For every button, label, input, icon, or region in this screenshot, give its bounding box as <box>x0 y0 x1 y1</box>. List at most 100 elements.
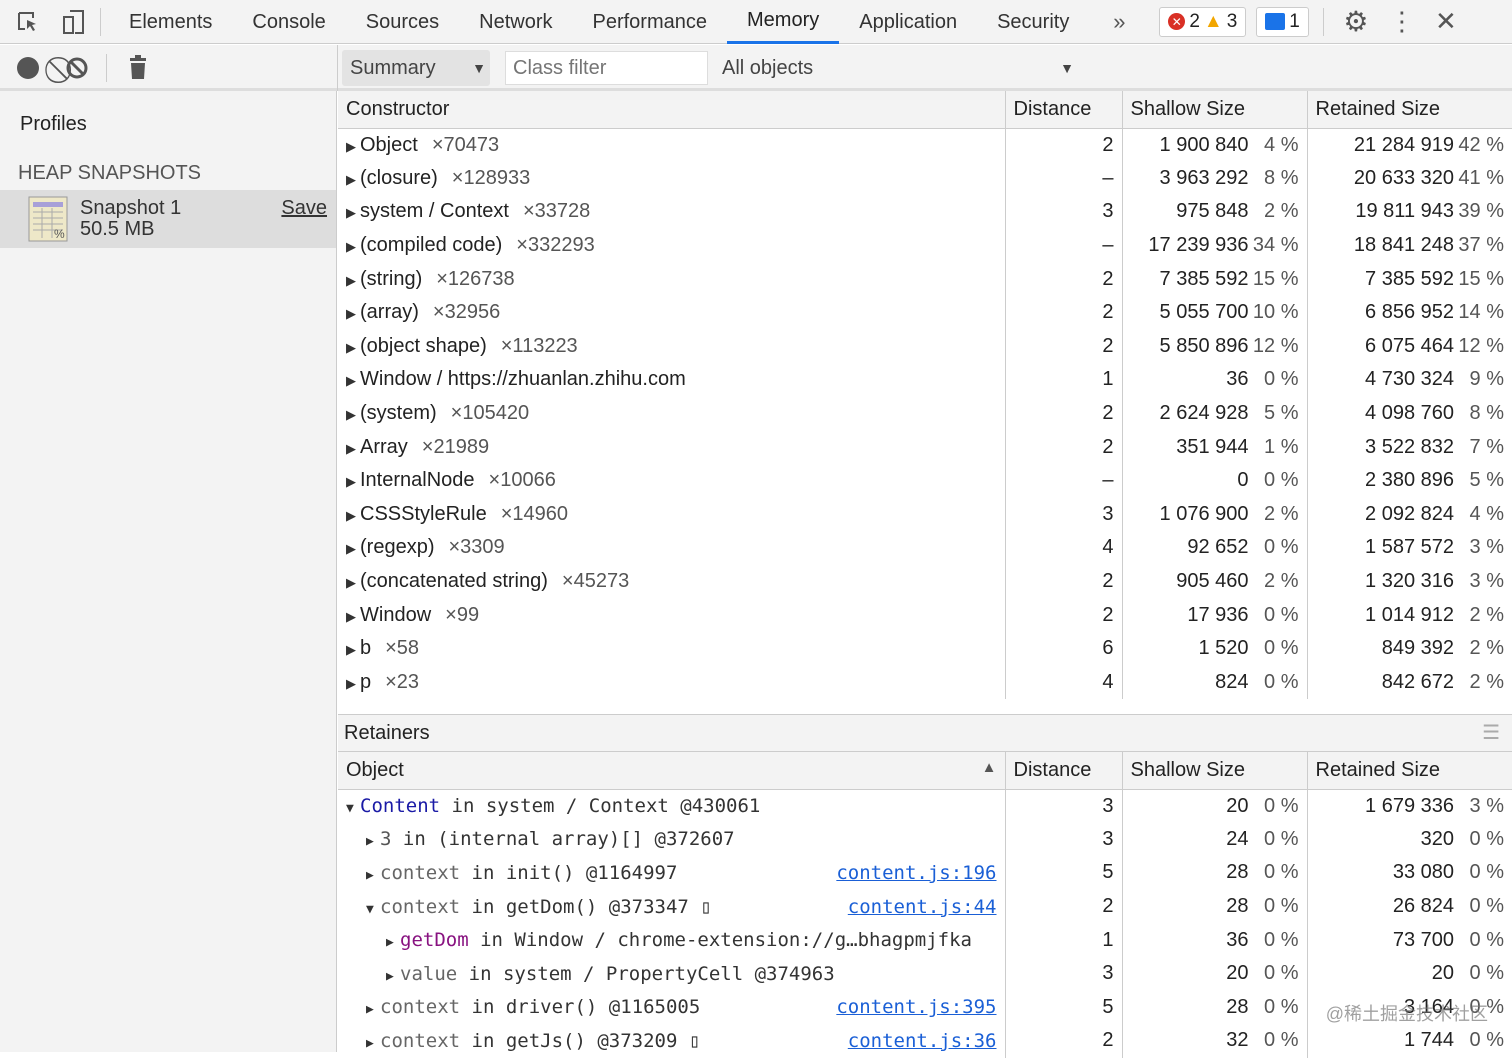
clear-icon[interactable] <box>65 56 89 80</box>
table-row[interactable]: ▶ Window / https://zhuanlan.zhihu.com 1 36 0… <box>338 363 1512 397</box>
constructor-cell: ▶ (compiled code) ×332293 <box>338 229 1005 263</box>
table-row[interactable]: ▶ Object ×70473 2 1 900 840 4 % 21 284 919 42 % <box>338 128 1512 162</box>
table-row[interactable]: ▶ Array ×21989 2 351 944 1 % 3 522 832 7 % <box>338 430 1512 464</box>
messages-badge[interactable]: 1 <box>1256 6 1309 37</box>
expand-triangle-icon[interactable]: ▶ <box>366 1002 380 1017</box>
expand-triangle-icon[interactable]: ▶ <box>346 239 360 255</box>
column-distance[interactable]: Distance <box>1004 752 1122 790</box>
table-row[interactable]: ▶ (compiled code) ×332293–17 239 936 34 % 18… <box>338 228 1512 263</box>
column-retained-size[interactable]: Retained Size <box>1306 752 1512 790</box>
column-object[interactable]: Object ▲ <box>338 752 1005 790</box>
collapse-triangle-icon[interactable]: ▼ <box>366 902 380 917</box>
tab-sources[interactable]: Sources <box>346 0 459 44</box>
retainer-description: in (internal array)[] @372607 <box>391 828 735 851</box>
view-select[interactable]: Summary ▼ <box>342 50 490 86</box>
expand-triangle-icon[interactable]: ▶ <box>346 172 360 188</box>
trash-icon[interactable] <box>128 55 148 81</box>
table-row[interactable]: ▶ (closure) ×128933 – 3 963 292 8 % 20 633 320… <box>338 161 1512 196</box>
expand-triangle-icon[interactable]: ▶ <box>346 541 360 557</box>
expand-triangle-icon[interactable]: ▶ <box>346 340 360 356</box>
expand-triangle-icon[interactable]: ▶ <box>346 273 360 289</box>
shallow-size: 5 055 700 <box>1159 301 1249 324</box>
source-link[interactable]: content.js:395 <box>836 996 996 1018</box>
expand-triangle-icon[interactable]: ▶ <box>366 834 380 849</box>
class-filter-input[interactable] <box>505 51 708 85</box>
expand-triangle-icon[interactable]: ▶ <box>346 205 360 221</box>
source-link[interactable]: content.js:196 <box>836 862 996 884</box>
expand-triangle-icon[interactable]: ▶ <box>346 609 360 625</box>
retainer-row[interactable]: ▶ value in system / PropertyCell @374963 3… <box>338 956 1512 991</box>
retained-size-cell: 842 672 2 % <box>1306 665 1512 700</box>
distance-cell: 3 <box>1004 195 1122 229</box>
expand-triangle-icon[interactable]: ▶ <box>386 935 400 950</box>
drag-handle-icon[interactable]: ☰ <box>1482 715 1500 752</box>
expand-triangle-icon[interactable]: ▶ <box>346 474 360 490</box>
expand-triangle-icon[interactable]: ▶ <box>346 575 360 591</box>
expand-triangle-icon[interactable]: ▶ <box>346 373 360 389</box>
tab-application[interactable]: Application <box>839 0 977 44</box>
retainer-row[interactable]: ▼ context in getDom() @373347 ▯ content.js… <box>338 889 1512 924</box>
issues-badge[interactable]: ✕ 2 ▲ 3 <box>1159 6 1247 37</box>
distance-cell: 4 <box>1004 665 1122 700</box>
tab-memory[interactable]: Memory <box>727 0 840 44</box>
expand-triangle-icon[interactable]: ▶ <box>346 441 360 457</box>
tab-console[interactable]: Console <box>232 0 345 44</box>
device-toolbar-icon[interactable] <box>56 9 92 35</box>
tab-security[interactable]: Security <box>977 0 1089 44</box>
retainer-row[interactable]: ▶ context in getJs() @373209 ▯ content.js:… <box>338 1024 1512 1058</box>
expand-triangle-icon[interactable]: ▶ <box>346 139 360 155</box>
table-row[interactable]: ▶ (concatenated string) ×45273 2 905 460 2 % 1… <box>338 564 1512 599</box>
expand-triangle-icon[interactable]: ▶ <box>346 306 360 322</box>
source-link[interactable]: content.js:44 <box>848 896 997 918</box>
column-shallow-size[interactable]: Shallow Size <box>1121 752 1307 790</box>
expand-triangle-icon[interactable]: ▶ <box>346 676 360 692</box>
shallow-percent: 0 % <box>1264 1029 1299 1052</box>
save-snapshot-link[interactable]: Save <box>281 197 327 220</box>
inspect-element-icon[interactable] <box>0 10 56 34</box>
expand-triangle-icon[interactable]: ▶ <box>346 508 360 524</box>
tab-elements[interactable]: Elements <box>109 0 232 44</box>
table-row[interactable]: ▶ (string) ×126738 2 7 385 592 15 % 7 385 592 1… <box>338 262 1512 296</box>
expand-triangle-icon[interactable]: ▶ <box>346 642 360 658</box>
close-icon[interactable]: ✕ <box>1424 6 1468 37</box>
table-row[interactable]: ▶ InternalNode ×10066 – 0 0 % 2 380 896 5 % <box>338 463 1512 498</box>
record-icon[interactable] <box>17 57 39 79</box>
table-row[interactable]: ▶ system / Context ×33728 3 975 848 2 % 19 811… <box>338 195 1512 229</box>
retainer-row[interactable]: ▼ Content in system / Context @430061 3 20 0… <box>338 789 1512 823</box>
collapse-triangle-icon[interactable]: ▼ <box>346 801 360 816</box>
tab-performance[interactable]: Performance <box>573 0 728 44</box>
objects-filter-select[interactable]: All objects ▼ <box>722 50 1082 86</box>
retained-percent: 0 % <box>1469 827 1504 850</box>
more-tabs-icon[interactable]: » <box>1089 9 1149 35</box>
column-shallow-size[interactable]: Shallow Size <box>1121 91 1307 129</box>
tab-network[interactable]: Network <box>459 0 572 44</box>
source-link[interactable]: content.js:36 <box>848 1030 997 1052</box>
expand-triangle-icon[interactable]: ▶ <box>346 407 360 423</box>
warning-count: 3 <box>1226 10 1238 32</box>
snapshot-item[interactable]: % Snapshot 1 50.5 MB Save <box>0 190 336 248</box>
table-row[interactable]: ▶ b ×58 6 1 520 0 % 849 392 2 % <box>338 631 1512 666</box>
retainer-row[interactable]: ▶ getDom in Window / chrome-extension://g… <box>338 923 1512 957</box>
expand-triangle-icon[interactable]: ▶ <box>366 1036 380 1051</box>
expand-triangle-icon[interactable]: ▶ <box>366 868 380 883</box>
column-distance[interactable]: Distance <box>1004 91 1122 129</box>
shallow-size-cell: 36 0 % <box>1121 923 1307 957</box>
settings-gear-icon[interactable]: ⚙ <box>1332 5 1380 38</box>
column-constructor[interactable]: Constructor <box>338 91 1005 129</box>
retainer-row[interactable]: ▶ 3 in (internal array)[] @372607 3 24 0 % 32… <box>338 822 1512 857</box>
shallow-size: 351 944 <box>1176 435 1249 458</box>
retainer-row[interactable]: ▶ context in init() @1164997 content.js:19… <box>338 856 1512 890</box>
table-row[interactable]: ▶ CSSStyleRule ×14960 3 1 076 900 2 % 2 092 82… <box>338 497 1512 532</box>
table-row[interactable]: ▶ (regexp) ×3309 4 92 652 0 % 1 587 572 3 % <box>338 531 1512 565</box>
view-select-value: Summary <box>350 57 436 79</box>
more-options-icon[interactable]: ⋮ <box>1380 6 1424 37</box>
shallow-size: 28 <box>1226 995 1249 1018</box>
table-row[interactable]: ▶ Window ×99 2 17 936 0 % 1 014 912 2 % <box>338 598 1512 632</box>
column-retained-size[interactable]: Retained Size <box>1306 91 1512 129</box>
table-row[interactable]: ▶ p ×23 4 824 0 % 842 672 2 % <box>338 665 1512 700</box>
expand-triangle-icon[interactable]: ▶ <box>386 969 400 984</box>
table-row[interactable]: ▶ (object shape) ×113223 2 5 850 896 12 % 6 07… <box>338 329 1512 364</box>
shallow-size-cell: 1 900 840 4 % <box>1121 128 1307 162</box>
table-row[interactable]: ▶ (array) ×32956 2 5 055 700 10 % 6 856 952 14 … <box>338 295 1512 330</box>
table-row[interactable]: ▶ (system) ×105420 2 2 624 928 5 % 4 098 760 8 … <box>338 396 1512 431</box>
